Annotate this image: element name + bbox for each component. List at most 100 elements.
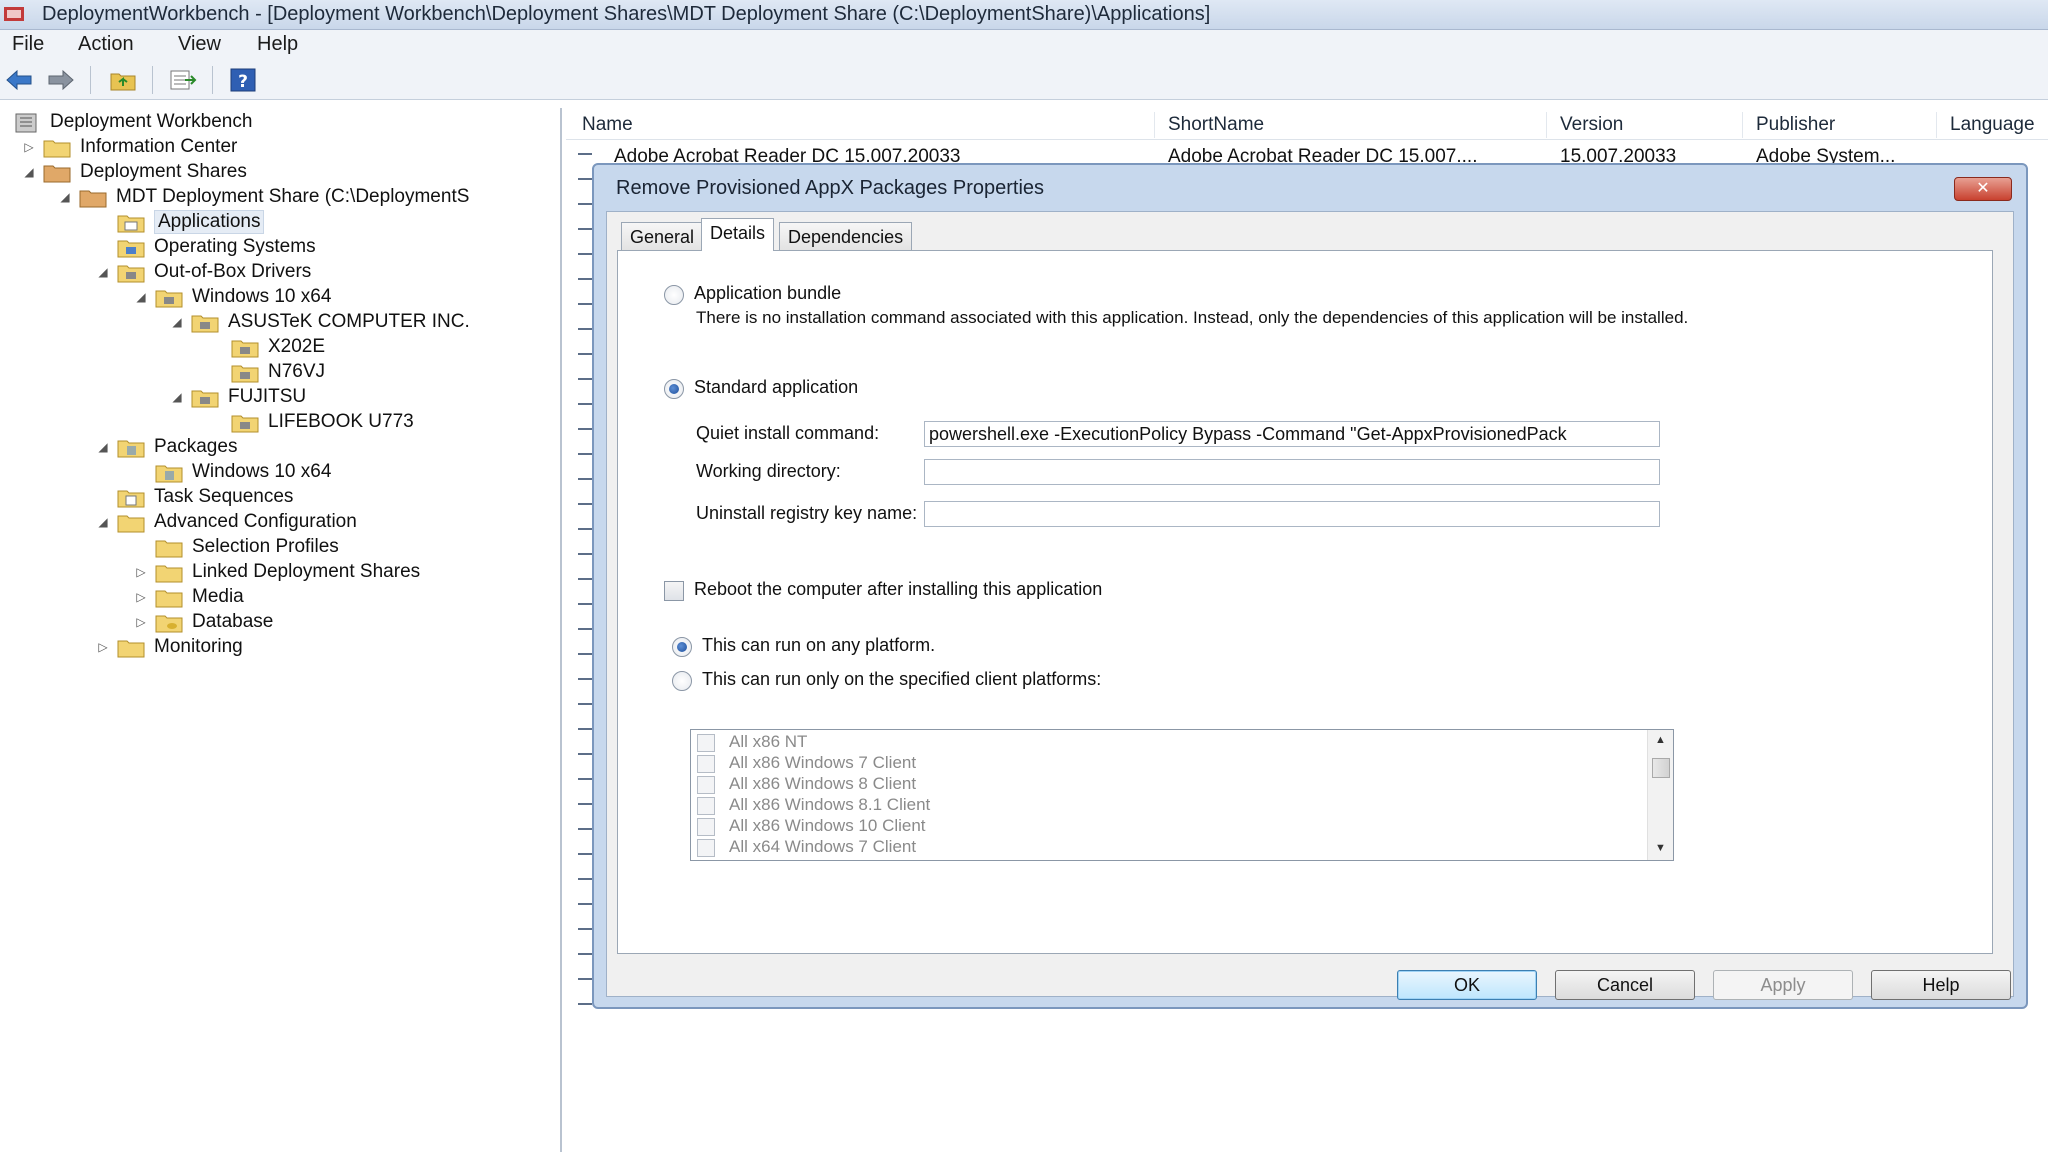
scroll-down-icon[interactable]: ▼	[1655, 842, 1666, 854]
tree-item-n76vj[interactable]: N76VJ	[210, 360, 550, 385]
tree-item-deployment-workbench[interactable]: Deployment Workbench	[4, 110, 554, 135]
tree-item-applications[interactable]: Applications	[96, 210, 556, 235]
collapse-arrow-icon[interactable]: ◢	[134, 287, 148, 307]
tree-item-linked-deployment-shares[interactable]: ▷ Linked Deployment Shares	[134, 560, 554, 585]
folder-icon	[117, 240, 145, 258]
menu-action[interactable]: Action	[78, 33, 134, 56]
collapse-arrow-icon[interactable]: ◢	[170, 312, 184, 332]
platform-checkbox[interactable]	[697, 734, 715, 752]
tree-item-selection-profiles[interactable]: Selection Profiles	[134, 535, 554, 560]
application-bundle-radio[interactable]	[664, 285, 684, 305]
column-name[interactable]: Name	[582, 114, 633, 136]
tree-item-packages[interactable]: ◢ Packages	[96, 435, 556, 460]
tree-item-mdt-deployment-share[interactable]: ◢ MDT Deployment Share (C:\DeploymentS	[58, 185, 560, 210]
expand-arrow-icon[interactable]: ▷	[134, 612, 148, 632]
workbench-icon	[15, 113, 37, 133]
expand-arrow-icon[interactable]: ▷	[134, 587, 148, 607]
uninstall-registry-key-input[interactable]	[924, 501, 1660, 527]
column-separator[interactable]	[1546, 112, 1547, 138]
tree-item-lifebook-u773[interactable]: LIFEBOOK U773	[210, 410, 550, 435]
tree-item-windows-10-x64-drivers[interactable]: ◢ Windows 10 x64	[134, 285, 554, 310]
platform-checkbox[interactable]	[697, 755, 715, 773]
folder-icon	[155, 565, 183, 583]
folder-icon	[43, 165, 71, 183]
expand-arrow-icon[interactable]: ▷	[22, 137, 36, 157]
help-button[interactable]: Help	[1871, 970, 2011, 1000]
folder-icon	[231, 365, 259, 383]
client-platforms-list[interactable]: All x86 NT All x86 Windows 7 Client All …	[690, 729, 1674, 861]
collapse-arrow-icon[interactable]: ◢	[22, 162, 36, 182]
tab-general[interactable]: General	[621, 222, 704, 250]
tree-item-information-center[interactable]: ▷ Information Center	[22, 135, 552, 160]
forward-arrow-icon[interactable]	[46, 66, 76, 94]
uninstall-registry-key-label: Uninstall registry key name:	[696, 503, 918, 523]
tree-item-deployment-shares[interactable]: ◢ Deployment Shares	[22, 160, 552, 185]
details-panel: Application bundle There is no installat…	[617, 250, 1993, 954]
window-title: DeploymentWorkbench - [Deployment Workbe…	[42, 3, 1211, 25]
reboot-label: Reboot the computer after installing thi…	[694, 579, 1103, 599]
collapse-arrow-icon[interactable]: ◢	[58, 187, 72, 207]
column-separator[interactable]	[1154, 112, 1155, 138]
collapse-arrow-icon[interactable]: ◢	[96, 262, 110, 282]
menu-file[interactable]: File	[12, 33, 44, 56]
any-platform-radio[interactable]	[672, 637, 692, 657]
menu-view[interactable]: View	[178, 33, 221, 56]
working-directory-input[interactable]	[924, 459, 1660, 485]
platform-checkbox[interactable]	[697, 818, 715, 836]
standard-application-label: Standard application	[694, 377, 859, 397]
expand-arrow-icon[interactable]: ▷	[134, 562, 148, 582]
specified-platforms-radio[interactable]	[672, 671, 692, 691]
tree-item-operating-systems[interactable]: Operating Systems	[96, 235, 556, 260]
scroll-thumb[interactable]	[1652, 758, 1670, 778]
platform-checkbox[interactable]	[697, 797, 715, 815]
collapse-arrow-icon[interactable]: ◢	[170, 387, 184, 407]
column-version[interactable]: Version	[1560, 114, 1623, 136]
deployment-workbench-icon	[4, 7, 24, 21]
expand-arrow-icon[interactable]: ▷	[96, 637, 110, 657]
folder-icon	[117, 215, 145, 233]
tab-dependencies[interactable]: Dependencies	[779, 222, 913, 250]
dialog-title: Remove Provisioned AppX Packages Propert…	[616, 177, 1045, 199]
folder-icon	[155, 615, 183, 633]
application-bundle-description: There is no installation command associa…	[696, 308, 1689, 327]
back-arrow-icon[interactable]	[4, 66, 34, 94]
tree-item-task-sequences[interactable]: Task Sequences	[96, 485, 556, 510]
tree-item-database[interactable]: ▷ Database	[134, 610, 554, 635]
tree-item-advanced-configuration[interactable]: ◢ Advanced Configuration	[96, 510, 556, 535]
close-button[interactable]: ✕	[1954, 177, 2012, 201]
menu-help[interactable]: Help	[257, 33, 298, 56]
platforms-scrollbar[interactable]: ▲ ▼	[1647, 730, 1673, 860]
column-publisher[interactable]: Publisher	[1756, 114, 1835, 136]
export-list-icon[interactable]	[168, 66, 198, 94]
tree-item-media[interactable]: ▷ Media	[134, 585, 554, 610]
cancel-button[interactable]: Cancel	[1555, 970, 1695, 1000]
standard-application-radio[interactable]	[664, 379, 684, 399]
navigation-tree: Deployment Workbench ▷ Information Cente…	[0, 108, 562, 1152]
column-separator[interactable]	[1936, 112, 1937, 138]
column-separator[interactable]	[1742, 112, 1743, 138]
help-icon[interactable]: ?	[228, 66, 258, 94]
column-language[interactable]: Language	[1950, 114, 2035, 136]
reboot-checkbox[interactable]	[664, 581, 684, 601]
tab-details[interactable]: Details	[701, 218, 775, 251]
up-folder-icon[interactable]	[108, 66, 138, 94]
svg-text:?: ?	[238, 72, 248, 92]
apply-button[interactable]: Apply	[1713, 970, 1853, 1000]
tree-item-windows-10-x64-packages[interactable]: Windows 10 x64	[134, 460, 554, 485]
tree-item-asustek[interactable]: ◢ ASUSTeK COMPUTER INC.	[170, 310, 560, 335]
tree-item-monitoring[interactable]: ▷ Monitoring	[96, 635, 556, 660]
collapse-arrow-icon[interactable]: ◢	[96, 437, 110, 457]
title-bar: DeploymentWorkbench - [Deployment Workbe…	[0, 0, 2048, 30]
tree-item-x202e[interactable]: X202E	[210, 335, 550, 360]
tree-item-fujitsu[interactable]: ◢ FUJITSU	[170, 385, 550, 410]
folder-icon	[117, 515, 145, 533]
column-shortname[interactable]: ShortName	[1168, 114, 1264, 136]
scroll-up-icon[interactable]: ▲	[1655, 734, 1666, 746]
tree-item-out-of-box-drivers[interactable]: ◢ Out-of-Box Drivers	[96, 260, 556, 285]
ok-button[interactable]: OK	[1397, 970, 1537, 1000]
platform-checkbox[interactable]	[697, 776, 715, 794]
platform-checkbox[interactable]	[697, 839, 715, 857]
collapse-arrow-icon[interactable]: ◢	[96, 512, 110, 532]
quiet-install-command-input[interactable]: powershell.exe -ExecutionPolicy Bypass -…	[924, 421, 1660, 447]
folder-icon	[155, 465, 183, 483]
